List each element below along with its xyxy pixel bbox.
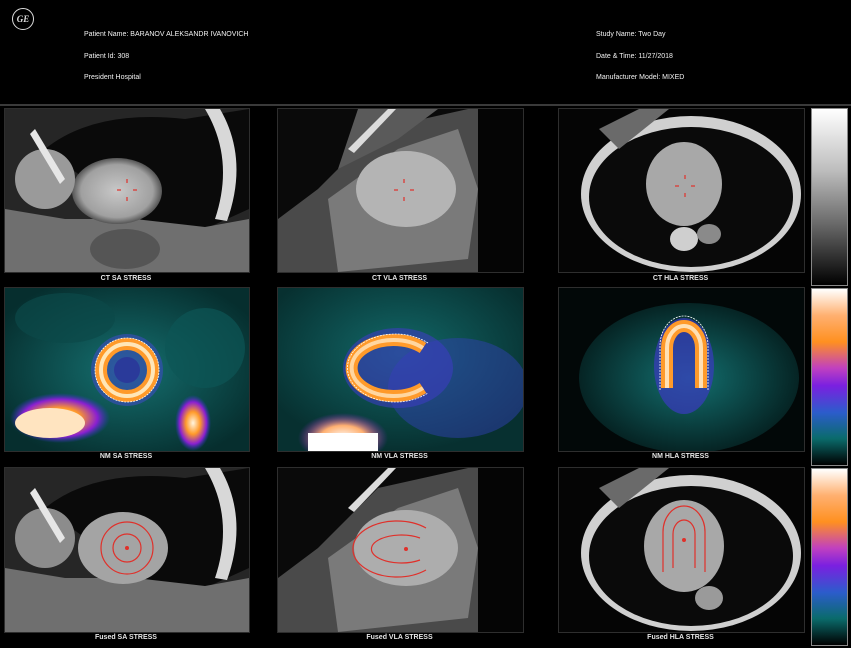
fused-colorbar xyxy=(811,468,848,646)
viewport-caption: NM VLA STRESS xyxy=(371,453,428,460)
fused-hla-viewport[interactable] xyxy=(558,467,805,633)
viewport-caption: CT SA STRESS xyxy=(100,275,152,282)
viewport-caption: Fused VLA STRESS xyxy=(366,634,433,641)
grayscale-colorbar xyxy=(811,108,848,286)
viewport-caption: Fused HLA STRESS xyxy=(647,634,714,641)
nm-colorbar xyxy=(811,288,848,466)
hospital-name: President Hospital xyxy=(84,74,141,81)
ct-hla-viewport[interactable] xyxy=(558,108,805,273)
nm-vla-viewport[interactable] xyxy=(277,287,524,452)
fused-sa-viewport[interactable] xyxy=(4,467,250,633)
study-date-time: Date & Time: 11/27/2018 xyxy=(596,53,673,60)
viewport-caption: Fused SA STRESS xyxy=(95,634,157,641)
patient-id: Patient Id: 308 xyxy=(84,53,130,60)
viewport-caption: NM SA STRESS xyxy=(99,453,153,460)
nm-sa-viewport[interactable] xyxy=(4,287,250,452)
ge-logo-icon: GE xyxy=(12,8,34,30)
fused-vla-viewport[interactable] xyxy=(277,467,524,633)
patient-name: Patient Name: BARANOV ALEKSANDR IVANOVIC… xyxy=(84,31,249,38)
viewport-caption: NM HLA STRESS xyxy=(652,453,709,460)
manufacturer-model: Manufacturer Model: MIXED xyxy=(596,74,685,81)
study-name: Study Name: Two Day xyxy=(596,31,666,38)
ct-sa-viewport[interactable] xyxy=(4,108,250,273)
patient-header: GE Patient Name: BARANOV ALEKSANDR IVANO… xyxy=(0,0,851,106)
nm-hla-viewport[interactable] xyxy=(558,287,805,452)
viewport-caption: CT VLA STRESS xyxy=(372,275,427,282)
viewport-caption: CT HLA STRESS xyxy=(652,275,709,282)
ct-vla-viewport[interactable] xyxy=(277,108,524,273)
